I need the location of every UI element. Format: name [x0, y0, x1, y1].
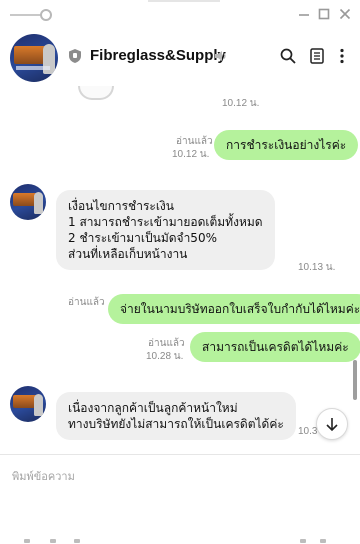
- scroll-to-bottom-button[interactable]: [316, 408, 348, 440]
- window-top-strip: [148, 0, 220, 2]
- message-line: 2 ชำระเข้ามาเป็นมัดจำ50%: [68, 231, 217, 245]
- message-time: 10.13 น.: [298, 262, 336, 273]
- shield-icon: [69, 49, 81, 63]
- window-titlebar: [0, 0, 360, 28]
- outgoing-message-bubble[interactable]: จ่ายในนามบริษัทออกใบเสร็จใบกำกับได้ไหมค่…: [108, 294, 360, 324]
- chat-header: Fibreglass&Supply: [0, 28, 360, 84]
- avatar[interactable]: [10, 386, 46, 422]
- minimize-icon[interactable]: [296, 6, 312, 22]
- opacity-slider-handle[interactable]: [40, 9, 52, 21]
- chat-title[interactable]: Fibreglass&Supply: [90, 47, 226, 64]
- message-scrollbar[interactable]: [353, 360, 357, 400]
- incoming-message-bubble[interactable]: เงื่อนไขการชำระเงิน 1 สามารถชำระเข้ามายอ…: [56, 190, 275, 270]
- speaker-muted-icon: [215, 51, 226, 61]
- sticker-image[interactable]: [78, 86, 114, 100]
- avatar[interactable]: [10, 34, 58, 82]
- message-line: เงื่อนไขการชำระเงิน: [68, 199, 174, 213]
- message-line: เนื่องจากลูกค้าเป็นลูกค้าหน้าใหม่: [68, 401, 238, 415]
- more-vertical-icon[interactable]: [333, 47, 351, 65]
- message-list[interactable]: 10.12 น. อ่านแล้ว 10.12 น. การชำระเงินอย…: [0, 84, 360, 454]
- message-time: 10.12 น.: [172, 149, 210, 160]
- arrow-down-icon: [326, 418, 338, 432]
- sticker-icon[interactable]: [50, 539, 56, 543]
- emoji-icon[interactable]: [24, 539, 30, 543]
- message-line: 1 สามารถชำระเข้ามายอดเต็มทั้งหมด: [68, 215, 263, 229]
- message-time: 10.12 น.: [222, 98, 260, 109]
- notes-icon[interactable]: [308, 47, 326, 65]
- message-time: 10.3: [298, 426, 318, 437]
- outgoing-message-bubble[interactable]: สามารถเป็นเครดิตได้ไหมค่ะ: [190, 332, 360, 362]
- close-icon[interactable]: [337, 6, 353, 22]
- maximize-icon[interactable]: [316, 6, 332, 22]
- voice-icon[interactable]: [320, 539, 326, 543]
- attach-icon[interactable]: [74, 539, 80, 543]
- message-line: ทางบริษัทยังไม่สามารถให้เป็นเครดิตได้ค่ะ: [68, 417, 284, 431]
- input-placeholder: พิมพ์ข้อความ: [12, 470, 75, 483]
- message-line: ส่วนที่เหลือเก็บหน้างาน: [68, 247, 188, 261]
- message-time: 10.28 น.: [146, 351, 184, 362]
- read-receipt: อ่านแล้ว: [68, 297, 105, 308]
- avatar[interactable]: [10, 184, 46, 220]
- incoming-message-bubble[interactable]: เนื่องจากลูกค้าเป็นลูกค้าหน้าใหม่ ทางบริ…: [56, 392, 296, 440]
- capture-icon[interactable]: [300, 539, 306, 543]
- search-icon[interactable]: [279, 47, 297, 65]
- message-input[interactable]: พิมพ์ข้อความ: [0, 455, 360, 544]
- outgoing-message-bubble[interactable]: การชำระเงินอย่างไรค่ะ: [214, 130, 359, 160]
